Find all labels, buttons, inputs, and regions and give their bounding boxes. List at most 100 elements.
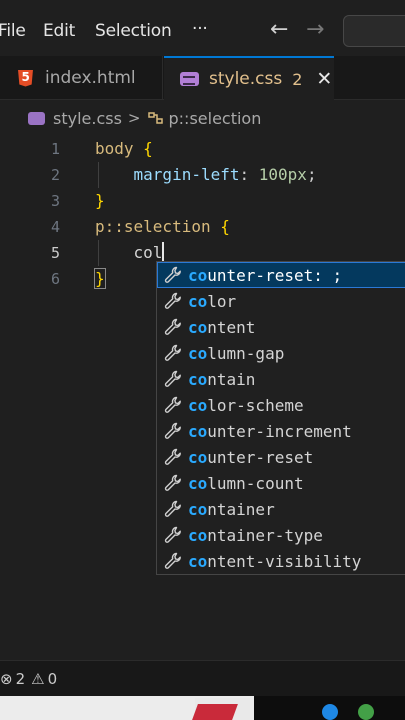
tab-index-html[interactable]: index.html [0, 56, 163, 100]
code-token: margin-left [133, 165, 240, 184]
css-file-icon [28, 111, 45, 125]
line-number: 3 [50, 192, 60, 210]
command-center-search[interactable] [343, 15, 405, 47]
error-icon: ⊗ [0, 669, 13, 688]
forward-arrow-icon[interactable]: → [306, 17, 324, 42]
problem-count-badge: 2 [292, 69, 303, 89]
suggestion-label: ntent-visibility [207, 551, 362, 571]
status-bar: ⊗ 2 ⚠ 0 [0, 660, 405, 696]
code-line[interactable]: 2 margin-left: 100px; [0, 162, 405, 188]
breadcrumb-file[interactable]: style.css [53, 109, 122, 128]
suggestion-item[interactable]: co lor-scheme [157, 392, 405, 418]
wrench-icon [163, 473, 183, 493]
suggestion-label: ntent [207, 317, 256, 337]
suggestion-label: lumn-gap [207, 343, 285, 363]
css-file-icon [180, 72, 199, 86]
line-number: 4 [50, 218, 60, 236]
menu-more[interactable]: ··· [192, 19, 208, 39]
suggestion-item[interactable]: co lor [157, 288, 405, 314]
suggestion-label: unter-reset: ; [207, 265, 343, 285]
suggestion-label: ntain [207, 369, 256, 389]
suggestion-item[interactable]: co lumn-count [157, 470, 405, 496]
menu-file[interactable]: File [0, 21, 26, 41]
close-icon[interactable]: ✕ [316, 68, 332, 90]
suggestion-match: co [188, 499, 208, 519]
line-code: margin-left: 100px; [95, 162, 317, 188]
menu-edit[interactable]: Edit [43, 21, 75, 41]
suggestion-label: unter-reset [207, 447, 314, 467]
warning-count: 0 [47, 669, 58, 688]
suggestion-match: co [188, 395, 208, 415]
suggestion-item[interactable]: co ntainer-type [157, 522, 405, 548]
os-taskbar [0, 696, 405, 720]
suggestion-label: lor-scheme [207, 395, 304, 415]
line-code: col [95, 240, 165, 266]
wrench-icon [163, 525, 183, 545]
taskbar-app-icon[interactable] [322, 704, 338, 720]
suggestion-item[interactable]: co lumn-gap [157, 340, 405, 366]
suggestion-match: co [188, 369, 208, 389]
editor-tabs: index.html style.css 2 ✕ [0, 56, 405, 100]
suggestion-item[interactable]: co ntain [157, 366, 405, 392]
code-token: } [94, 268, 106, 289]
code-token: { [143, 139, 153, 158]
suggestion-label: lor [207, 291, 237, 311]
wrench-icon [163, 369, 183, 389]
suggestion-match: co [188, 291, 208, 311]
line-number: 6 [50, 270, 60, 288]
menu-selection[interactable]: Selection [95, 21, 172, 41]
suggestion-item[interactable]: co ntainer [157, 496, 405, 522]
code-token: 100px [258, 165, 307, 184]
back-arrow-icon[interactable]: ← [270, 17, 288, 42]
line-number: 2 [50, 166, 60, 184]
line-number: 1 [50, 140, 60, 158]
problems-indicator[interactable]: ⊗ 2 ⚠ 0 [0, 670, 57, 688]
tab-label: index.html [45, 68, 136, 88]
code-token: } [95, 191, 105, 210]
code-token: body [95, 139, 134, 158]
breadcrumb-symbol[interactable]: p::selection [169, 109, 262, 128]
wrench-icon [163, 447, 183, 467]
wrench-icon [163, 317, 183, 337]
taskbar-tray [254, 696, 405, 720]
suggestion-item[interactable]: co ntent-visibility [157, 548, 405, 574]
code-line[interactable]: 4 p::selection { [0, 214, 405, 240]
code-token: p::selection [95, 217, 211, 236]
line-code: } [95, 188, 105, 214]
suggestion-label: lumn-count [207, 473, 304, 493]
suggestion-match: co [188, 421, 208, 441]
line-code: } [94, 266, 106, 292]
suggestion-item[interactable]: co unter-reset: ; [157, 262, 405, 288]
wrench-icon [163, 499, 183, 519]
code-token: : [239, 165, 259, 184]
suggestion-match: co [188, 343, 208, 363]
tab-style-css[interactable]: style.css 2 ✕ [164, 56, 334, 100]
breadcrumb-separator: > [127, 109, 141, 127]
suggestion-match: co [188, 473, 208, 493]
wrench-icon [163, 395, 183, 415]
suggestion-match: co [188, 525, 208, 545]
suggestion-match: co [188, 447, 208, 467]
symbol-class-icon [147, 110, 165, 126]
code-line[interactable]: 1 body { [0, 136, 405, 162]
taskbar-app-icon[interactable] [195, 698, 250, 720]
wrench-icon [163, 551, 183, 571]
suggestion-item[interactable]: co unter-increment [157, 418, 405, 444]
suggest-widget[interactable]: co unter-reset: ; co lor co ntent co lumn-gap co… [156, 261, 405, 575]
wrench-icon [163, 291, 183, 311]
code-token: ; [306, 165, 317, 184]
html5-icon [18, 69, 33, 87]
suggestion-match: co [188, 551, 208, 571]
suggestion-label: ntainer [207, 499, 275, 519]
warning-icon: ⚠ [31, 669, 45, 688]
suggestion-item[interactable]: co unter-reset [157, 444, 405, 470]
line-number: 5 [50, 244, 60, 262]
taskbar-app-icon[interactable] [358, 704, 374, 720]
suggestion-item[interactable]: co ntent [157, 314, 405, 340]
code-line[interactable]: 3} [0, 188, 405, 214]
code-token: { [220, 217, 230, 236]
